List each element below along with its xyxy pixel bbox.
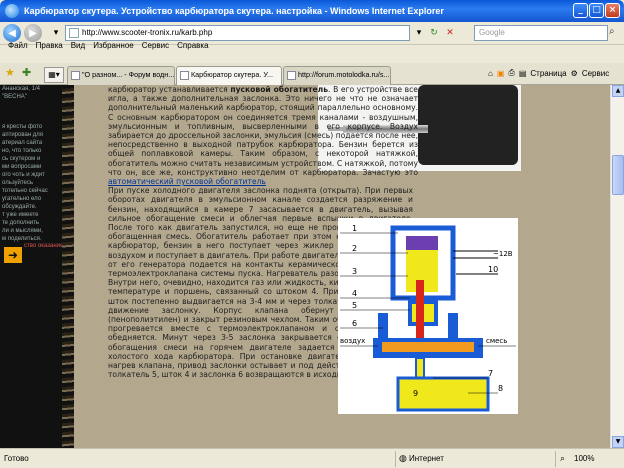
torn-edge-decoration: [62, 85, 74, 448]
diagram-label-4: 4: [352, 289, 357, 298]
arrow-right-icon[interactable]: ➜: [4, 247, 22, 263]
minimize-button[interactable]: _: [573, 3, 588, 18]
diagram-label-mix: смесь: [486, 337, 507, 345]
status-text: Готово: [4, 454, 29, 463]
window-titlebar: Карбюратор скутера. Устройство карбюрато…: [0, 0, 624, 22]
diagram-label-3: 3: [352, 267, 357, 276]
sidebar-text: "ВЕСНА": [2, 94, 27, 100]
tab-bar: ★ ✚ ▦▾ "О разном... - Форум водн... Карб…: [0, 63, 624, 85]
sidebar-text: тотельно сейчас: [2, 188, 48, 194]
window-title: Карбюратор скутера. Устройство карбюрато…: [24, 6, 444, 16]
tab-page-icon: [180, 71, 189, 80]
sidebar-text: ми вопросами: [2, 164, 42, 170]
body-left: [378, 313, 388, 338]
internet-globe-icon: ◍: [399, 453, 407, 463]
heater-element: [406, 236, 438, 250]
page-menu-icon: ▤: [518, 68, 527, 78]
article-p1-bold: пусковой обогатитель: [230, 85, 329, 94]
stem: [416, 280, 424, 340]
sidebar-text: но, что только: [2, 148, 42, 154]
status-separator: [555, 451, 556, 467]
sidebar-link[interactable]: ство оказание: [24, 242, 63, 250]
diagram-label-2: 2: [352, 244, 357, 253]
menu-favorites[interactable]: Избранное: [93, 41, 134, 50]
diagram-label-voltage: ~12В: [493, 250, 513, 258]
page-icon: [69, 28, 79, 38]
sidebar-text: сь скутером и: [2, 156, 41, 162]
tools-menu-button[interactable]: Сервис: [582, 69, 609, 78]
page-menu-button[interactable]: Страница: [530, 69, 566, 78]
sidebar-text: угательно ело: [2, 196, 42, 202]
diagram-label-air: воздух: [340, 337, 365, 345]
tab-page-icon: [71, 71, 80, 80]
zoom-level[interactable]: 100%: [574, 454, 594, 463]
command-bar: ⌂ ▣ ⎙ ▤ Страница ⚙ Сервис: [488, 68, 609, 78]
menu-help[interactable]: Справка: [177, 41, 208, 50]
status-bar: Готово ◍ Интернет ⌕ 100%: [0, 448, 624, 468]
feeds-icon[interactable]: ▣: [497, 69, 505, 78]
article-p1-rest: . В его устройстве все игла, а также доп…: [108, 85, 418, 177]
print-icon[interactable]: ⎙: [508, 68, 514, 78]
page-content: Ананская, 1/4 "ВЕСНА" я кресты фото апти…: [0, 85, 610, 448]
scroll-down-arrow-icon[interactable]: ▼: [612, 436, 624, 448]
search-icon[interactable]: ⌕: [609, 26, 615, 37]
choke-valve-diagram: 1 2 3 4 5 6 7 8 9 10 ~12В воздух смесь: [338, 218, 518, 414]
address-url: http://www.scooter-tronix.ru/karb.php: [82, 28, 213, 37]
menu-bar: Файл Правка Вид Избранное Сервис Справка: [0, 38, 624, 52]
sidebar-text: ого чоть и ждит: [2, 172, 45, 178]
menu-file[interactable]: Файл: [8, 41, 28, 50]
tab-karb[interactable]: Карбюратор скутера. У...: [176, 66, 282, 85]
body-right: [448, 313, 458, 338]
sidebar-text: аптирован для: [2, 132, 44, 138]
diagram-label-9: 9: [413, 389, 418, 398]
favorites-star-icon[interactable]: ★: [5, 66, 15, 79]
scroll-up-arrow-icon[interactable]: ▲: [612, 85, 624, 97]
status-separator: [395, 451, 396, 467]
zoom-icon: ⌕: [560, 453, 566, 463]
sidebar-text: ли и мыслями,: [2, 228, 43, 234]
sidebar-text: т уже имеете: [2, 212, 39, 218]
add-favorite-icon[interactable]: ✚: [22, 66, 31, 79]
article-p1-start: карбюратор устанавливается: [108, 85, 231, 94]
tab-forum[interactable]: "О разном... - Форум водн...: [67, 66, 175, 85]
float-chamber: [396, 376, 490, 412]
sidebar-text: я кресты фото: [2, 124, 43, 130]
tab-page-icon: [287, 71, 296, 80]
diagram-label-8: 8: [498, 384, 503, 393]
sidebar-text: атериал сайта: [2, 140, 43, 146]
quick-tabs-button[interactable]: ▦▾: [44, 67, 64, 83]
menu-edit[interactable]: Правка: [36, 41, 63, 50]
sidebar-text: обсуждайте.: [2, 204, 37, 210]
home-icon[interactable]: ⌂: [488, 69, 493, 78]
emulsion-channel: [382, 342, 474, 352]
tools-gear-icon: ⚙: [570, 68, 578, 78]
tab-motolodka[interactable]: http://forum.motolodka.ru/s...: [283, 66, 391, 85]
menu-view[interactable]: Вид: [71, 41, 85, 50]
sidebar-text: Ананская, 1/4: [2, 86, 40, 92]
scrollbar-thumb[interactable]: [612, 155, 624, 195]
diagram-label-10: 10: [488, 265, 498, 274]
diagram-label-6: 6: [352, 319, 357, 328]
sidebar-text: ользуйтесь: [2, 180, 34, 186]
menu-tools[interactable]: Сервис: [142, 41, 169, 50]
sidebar-text: те дополнить: [2, 220, 40, 226]
security-zone: Интернет: [409, 454, 444, 463]
ie-logo-icon: [5, 4, 19, 18]
article-link-auto-choke[interactable]: автоматический пусковой обогатитель: [108, 177, 266, 186]
maximize-button[interactable]: □: [589, 3, 604, 18]
diagram-label-5: 5: [352, 301, 357, 310]
close-button[interactable]: ×: [605, 3, 620, 18]
diagram-label-1: 1: [352, 224, 357, 233]
diagram-label-7: 7: [488, 369, 493, 378]
vertical-scrollbar[interactable]: ▲ ▼: [610, 85, 624, 448]
